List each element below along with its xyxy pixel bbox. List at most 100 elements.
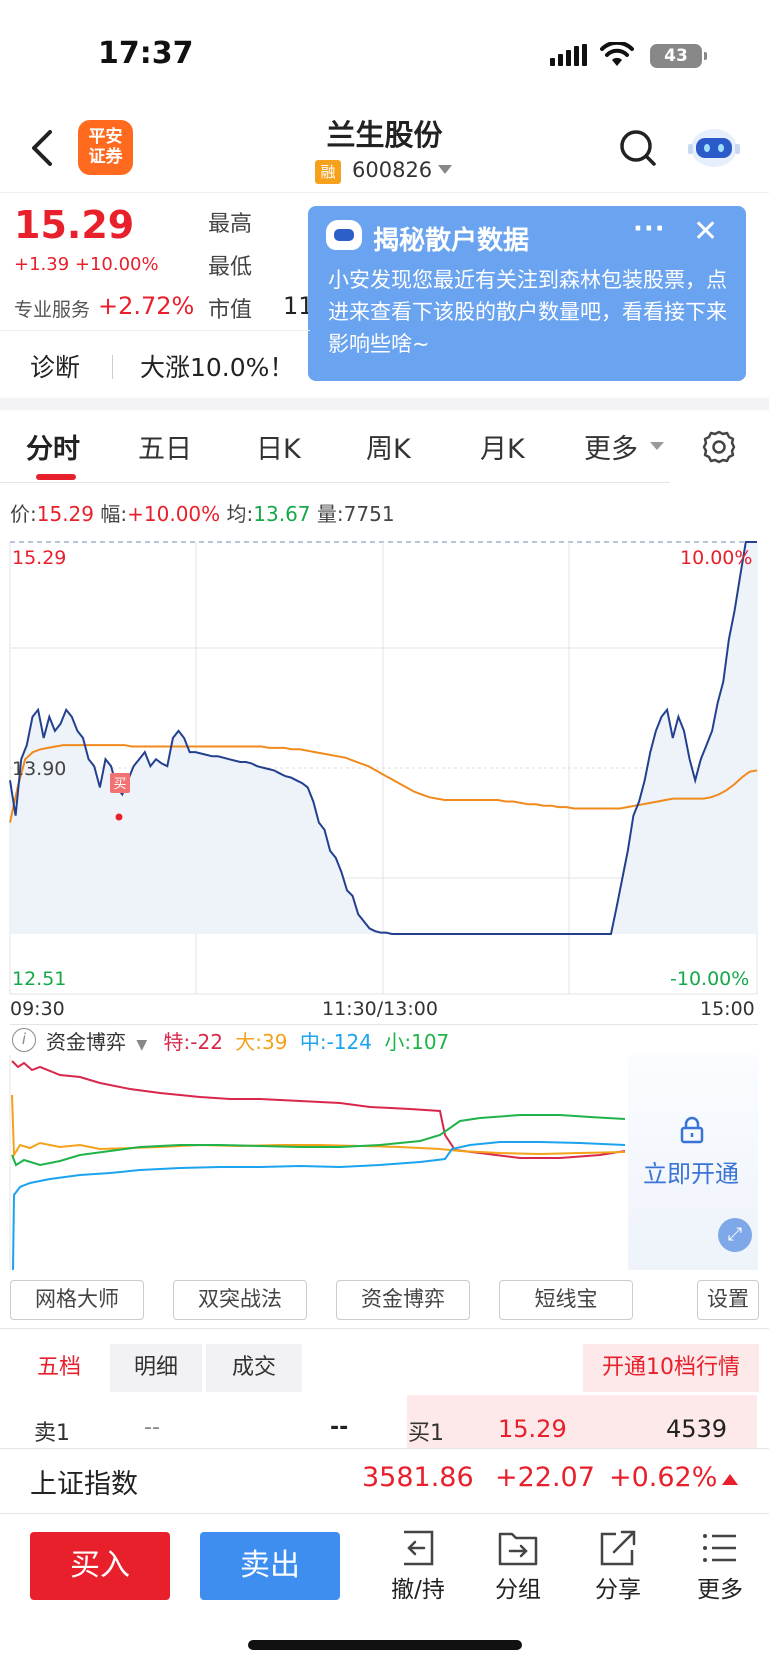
te-value: -22	[190, 1030, 223, 1054]
tab-daily[interactable]: 日K	[256, 427, 301, 466]
tab-detail[interactable]: 明细	[110, 1344, 202, 1392]
index-change: +22.07	[495, 1462, 595, 1493]
tab-intraday[interactable]: 分时	[26, 427, 80, 466]
x-label-open: 09:30	[10, 998, 65, 1020]
divider	[112, 355, 113, 379]
da-label: 大:	[235, 1030, 263, 1054]
xiao-value: 107	[411, 1030, 450, 1054]
zhong-value: -124	[326, 1030, 372, 1054]
price-info-line: 价:15.29 幅:+10.00% 均:13.67 量:7751	[10, 498, 395, 527]
price-value: 15.29	[36, 502, 95, 526]
mktcap-label: 市值	[208, 298, 253, 323]
tool-capital-game[interactable]: 资金博弈	[336, 1280, 470, 1320]
group-button[interactable]: 分组	[478, 1528, 558, 1604]
buy1-label: 买1	[408, 1421, 444, 1446]
te-flow-line	[11, 1060, 626, 1159]
retail-data-popup[interactable]: 揭秘散户数据 ··· ✕ 小安发现您最近有关注到森林包装股票，点进来查看下该股的…	[308, 206, 746, 381]
pct-label-bottom: -10.00%	[670, 968, 750, 990]
cancel-hold-button[interactable]: 撤/持	[378, 1528, 458, 1604]
index-name[interactable]: 上证指数	[30, 1462, 138, 1501]
share-label: 分享	[595, 1577, 641, 1603]
cancel-hold-label: 撤/持	[391, 1577, 445, 1603]
margin-badge: 融	[315, 160, 341, 184]
y-label-top: 15.29	[12, 547, 67, 569]
gear-icon[interactable]	[702, 430, 736, 464]
cancel-order-icon	[404, 1530, 434, 1566]
pro-service-label[interactable]: 专业服务	[14, 295, 90, 322]
diagnosis-label[interactable]: 诊断	[30, 348, 80, 384]
x-label-close: 15:00	[700, 998, 755, 1020]
capital-title[interactable]: 资金博弈	[46, 1030, 126, 1054]
sell1-price: --	[144, 1415, 160, 1440]
info-icon[interactable]: i	[12, 1028, 36, 1052]
pro-service-value[interactable]: +2.72%	[98, 292, 194, 320]
volume-value: 7751	[343, 502, 395, 526]
last-price: 15.29	[14, 203, 135, 247]
status-time: 17:37	[98, 36, 194, 71]
avg-value: 13.67	[253, 502, 311, 526]
more-icon[interactable]: ···	[633, 214, 666, 244]
expand-icon[interactable]: ⤢	[718, 1218, 752, 1252]
tab-5day[interactable]: 五日	[138, 427, 192, 466]
popup-title: 揭秘散户数据	[373, 226, 530, 256]
chevron-up-icon[interactable]	[722, 1474, 738, 1485]
y-label-bottom: 12.51	[12, 968, 67, 990]
tab-5level[interactable]: 五档	[10, 1344, 108, 1392]
upgrade-10level-button[interactable]: 开通10档行情	[583, 1344, 759, 1392]
high-label: 最高	[208, 212, 253, 237]
sell-button[interactable]: 卖出	[200, 1532, 340, 1600]
amplitude-value: +10.00%	[127, 502, 221, 526]
buy1-volume: 4539	[666, 1415, 728, 1443]
tool-settings[interactable]: 设置	[697, 1280, 759, 1320]
unlock-button[interactable]: 立即开通	[643, 1154, 739, 1189]
popup-body[interactable]: 小安发现您最近有关注到森林包装股票，点进来查看下该股的散户数量吧，看看接下来影响…	[328, 264, 728, 360]
search-icon[interactable]	[618, 128, 658, 168]
buy-marker-text: 买	[113, 777, 126, 792]
divider	[0, 482, 670, 483]
stock-code[interactable]: 600826	[352, 158, 432, 182]
volume-label: 量:	[316, 502, 344, 526]
battery-icon: 43	[650, 44, 707, 68]
active-tab-indicator	[36, 474, 76, 480]
chevron-down-icon[interactable]	[650, 442, 664, 450]
sell1-label: 卖1	[34, 1421, 70, 1446]
chevron-down-icon[interactable]: ▼	[136, 1037, 147, 1053]
tool-grid-master[interactable]: 网格大师	[10, 1280, 144, 1320]
close-icon[interactable]: ✕	[693, 214, 718, 249]
zhong-flow-line	[12, 1141, 626, 1270]
tab-trades[interactable]: 成交	[206, 1344, 302, 1392]
tool-short-term[interactable]: 短线宝	[499, 1280, 633, 1320]
group-label: 分组	[495, 1577, 541, 1603]
share-icon	[600, 1530, 636, 1566]
more-button[interactable]: 更多	[680, 1528, 760, 1604]
divider	[0, 1328, 769, 1329]
avg-label: 均:	[226, 502, 254, 526]
tab-monthly[interactable]: 月K	[480, 427, 525, 466]
chevron-down-icon[interactable]	[438, 165, 452, 174]
robot-assistant-icon[interactable]	[688, 122, 740, 170]
sell1-volume: --	[330, 1415, 349, 1440]
x-label-mid: 11:30/13:00	[322, 998, 438, 1020]
zhong-label: 中:	[299, 1030, 327, 1054]
intraday-chart[interactable]: 买	[0, 530, 769, 1000]
low-label: 最低	[208, 255, 253, 280]
diagnosis-text[interactable]: 大涨10.0%！	[140, 348, 294, 384]
robot-icon	[326, 220, 362, 250]
tab-more[interactable]: 更多	[584, 427, 638, 466]
buy-button[interactable]: 买入	[30, 1532, 170, 1600]
price-label: 价:	[10, 502, 37, 526]
menu-icon	[703, 1534, 736, 1562]
share-button[interactable]: 分享	[578, 1528, 658, 1604]
divider	[0, 330, 310, 331]
capital-header[interactable]: 资金博弈 ▼ 特:-22 大:39 中:-124 小:107	[46, 1026, 449, 1055]
y-label-mid: 13.90	[12, 758, 67, 780]
lock-icon	[680, 1116, 704, 1144]
tab-weekly[interactable]: 周K	[366, 427, 411, 466]
buy1-price: 15.29	[498, 1415, 567, 1443]
section-separator	[0, 398, 769, 410]
index-percent: +0.62%	[609, 1462, 718, 1493]
divider	[10, 1024, 758, 1025]
signal-icon	[550, 44, 587, 66]
home-indicator	[248, 1640, 522, 1650]
tool-double-breakout[interactable]: 双突战法	[173, 1280, 307, 1320]
